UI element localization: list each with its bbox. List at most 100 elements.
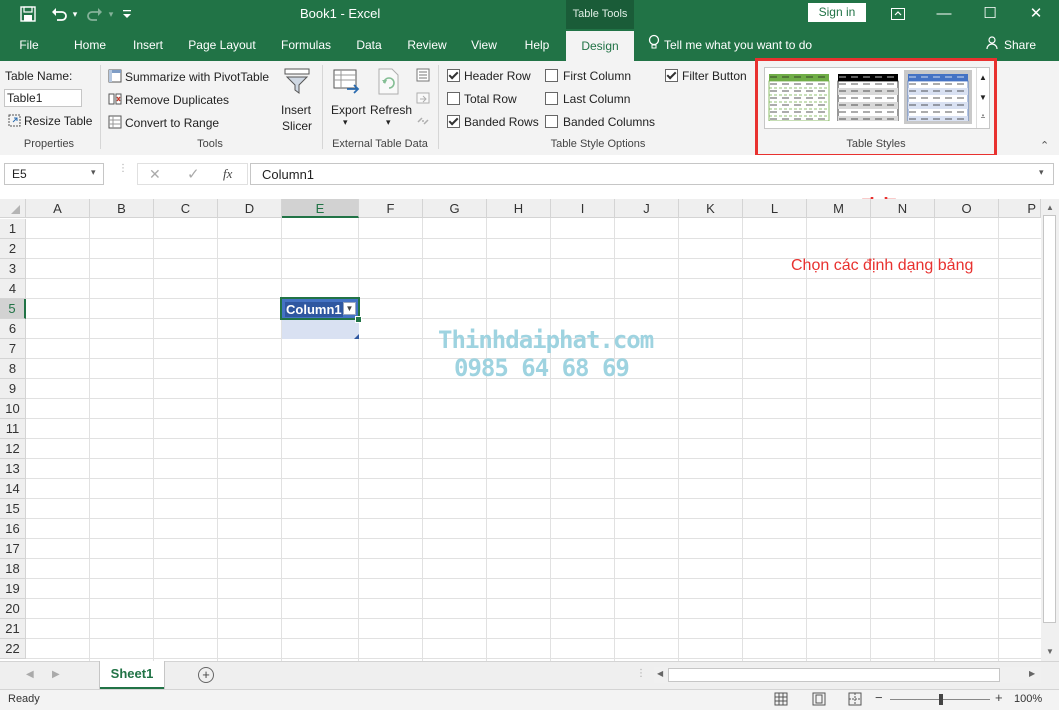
refresh-label[interactable]: Refresh xyxy=(370,103,412,117)
row-header[interactable]: 18 xyxy=(0,559,26,579)
zoom-out-button[interactable]: − xyxy=(875,690,883,705)
zoom-level[interactable]: 100% xyxy=(1014,693,1042,705)
column-header[interactable]: L xyxy=(743,199,807,218)
add-sheet-icon[interactable]: + xyxy=(198,667,214,683)
tab-home[interactable]: Home xyxy=(66,29,114,61)
row-header-active[interactable]: 5 xyxy=(0,299,26,319)
tab-formulas[interactable]: Formulas xyxy=(274,29,338,61)
undo-dropdown-icon[interactable]: ▾ xyxy=(70,4,80,24)
collapse-ribbon-icon[interactable]: ⌃ xyxy=(1040,139,1049,152)
total-row-label[interactable]: Total Row xyxy=(464,92,517,106)
name-box-dropdown-icon[interactable]: ▾ xyxy=(91,167,96,178)
row-header[interactable]: 20 xyxy=(0,599,26,619)
summarize-pivottable-button[interactable]: Summarize with PivotTable xyxy=(108,69,269,86)
first-column-label[interactable]: First Column xyxy=(563,69,631,83)
row-header[interactable]: 14 xyxy=(0,479,26,499)
column-header[interactable]: B xyxy=(90,199,154,218)
header-row-label[interactable]: Header Row xyxy=(464,69,531,83)
remove-duplicates-button[interactable]: Remove Duplicates xyxy=(108,92,229,109)
unlink-icon[interactable] xyxy=(416,114,430,128)
column-header[interactable]: J xyxy=(615,199,679,218)
row-header[interactable]: 12 xyxy=(0,439,26,459)
last-column-checkbox[interactable] xyxy=(545,92,558,105)
table-name-input[interactable] xyxy=(4,89,82,107)
export-dropdown-icon[interactable]: ▾ xyxy=(343,117,348,128)
column-header[interactable]: N xyxy=(871,199,935,218)
insert-function-icon[interactable]: fx xyxy=(223,166,232,182)
scroll-right-icon[interactable]: ▶ xyxy=(1029,669,1035,678)
row-header[interactable]: 3 xyxy=(0,259,26,279)
save-icon[interactable] xyxy=(16,4,40,24)
tab-help[interactable]: Help xyxy=(516,29,558,61)
refresh-icon[interactable] xyxy=(376,68,402,99)
filter-button-checkbox[interactable] xyxy=(665,69,678,82)
filter-dropdown-icon[interactable]: ▼ xyxy=(343,302,356,315)
scroll-down-icon[interactable]: ▼ xyxy=(1046,647,1054,656)
close-button[interactable]: ✕ xyxy=(1013,0,1059,29)
first-column-checkbox[interactable] xyxy=(545,69,558,82)
customize-qat-icon[interactable] xyxy=(120,4,134,24)
tab-data[interactable]: Data xyxy=(350,29,388,61)
properties-small-icon[interactable] xyxy=(416,68,430,82)
filter-button-label[interactable]: Filter Button xyxy=(682,69,747,83)
column-header[interactable]: C xyxy=(154,199,218,218)
column-header[interactable]: M xyxy=(807,199,871,218)
export-icon[interactable] xyxy=(333,68,361,99)
column-header-active[interactable]: E xyxy=(282,199,359,218)
table-resize-handle-icon[interactable] xyxy=(354,334,359,339)
row-header[interactable]: 8 xyxy=(0,359,26,379)
banded-columns-checkbox[interactable] xyxy=(545,115,558,128)
ribbon-display-options-icon[interactable] xyxy=(875,0,921,29)
row-header[interactable]: 4 xyxy=(0,279,26,299)
zoom-slider-thumb[interactable] xyxy=(939,694,943,705)
select-all-corner[interactable] xyxy=(0,199,26,218)
page-break-view-icon[interactable] xyxy=(848,692,862,709)
tab-page-layout[interactable]: Page Layout xyxy=(182,29,262,61)
tell-me-search[interactable]: Tell me what you want to do xyxy=(648,29,812,61)
row-header[interactable]: 1 xyxy=(0,219,26,239)
banded-rows-checkbox[interactable] xyxy=(447,115,460,128)
row-header[interactable]: 13 xyxy=(0,459,26,479)
row-header[interactable]: 22 xyxy=(0,639,26,659)
share-button[interactable]: Share xyxy=(986,29,1036,61)
column-header[interactable]: P xyxy=(999,199,1041,218)
formula-input[interactable]: Column1 ▾ xyxy=(250,163,1054,185)
last-column-label[interactable]: Last Column xyxy=(563,92,630,106)
banded-columns-label[interactable]: Banded Columns xyxy=(563,115,655,129)
redo-dropdown-icon[interactable]: ▾ xyxy=(106,4,116,24)
redo-icon[interactable] xyxy=(84,4,106,24)
enter-icon[interactable]: ✓ xyxy=(187,165,200,183)
horizontal-scroll-thumb[interactable] xyxy=(668,668,1000,682)
row-header[interactable]: 11 xyxy=(0,419,26,439)
row-header[interactable]: 15 xyxy=(0,499,26,519)
convert-to-range-button[interactable]: Convert to Range xyxy=(108,115,219,132)
cancel-icon[interactable]: ✕ xyxy=(149,166,161,183)
header-row-checkbox[interactable] xyxy=(447,69,460,82)
scroll-up-icon[interactable]: ▲ xyxy=(1046,203,1054,212)
column-header[interactable]: G xyxy=(423,199,487,218)
table-header-cell[interactable]: Column1 ▼ xyxy=(282,299,359,319)
refresh-dropdown-icon[interactable]: ▾ xyxy=(386,117,391,128)
row-header[interactable]: 19 xyxy=(0,579,26,599)
table-data-cell[interactable] xyxy=(282,319,359,339)
row-header[interactable]: 9 xyxy=(0,379,26,399)
expand-formula-bar-icon[interactable]: ▾ xyxy=(1039,167,1044,178)
vertical-scroll-thumb[interactable] xyxy=(1043,215,1056,623)
row-header[interactable]: 16 xyxy=(0,519,26,539)
vertical-scrollbar[interactable]: ▲ ▼ xyxy=(1041,199,1059,661)
resize-table-button[interactable]: Resize Table xyxy=(8,114,92,130)
minimize-button[interactable]: — xyxy=(921,0,967,29)
tab-insert[interactable]: Insert xyxy=(126,29,170,61)
formula-bar-grip-icon[interactable]: ⋮ xyxy=(118,164,128,181)
sheet-tab-sheet1[interactable]: Sheet1 xyxy=(100,661,164,690)
column-header[interactable]: D xyxy=(218,199,282,218)
row-header[interactable]: 21 xyxy=(0,619,26,639)
export-label[interactable]: Export xyxy=(331,103,366,117)
normal-view-icon[interactable] xyxy=(774,692,788,709)
tab-review[interactable]: Review xyxy=(400,29,454,61)
zoom-in-button[interactable]: + xyxy=(995,690,1003,705)
sheet-options-icon[interactable]: ⋮ xyxy=(636,668,646,679)
row-header[interactable]: 2 xyxy=(0,239,26,259)
row-header[interactable]: 17 xyxy=(0,539,26,559)
horizontal-scrollbar[interactable]: ◀ ▶ xyxy=(654,667,1041,683)
